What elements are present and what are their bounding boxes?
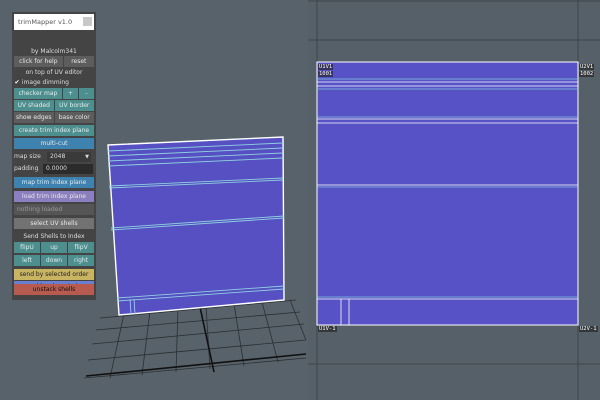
checker-row: checker map + -	[14, 88, 94, 99]
flip-v-button[interactable]: flipV	[68, 242, 94, 253]
padding-row: padding 0.0000	[14, 163, 94, 174]
select-uv-shells-button[interactable]: select UV shells	[14, 218, 94, 229]
help-row: click for help reset	[14, 56, 94, 67]
uv-tile-number-1002: 1002	[579, 71, 595, 77]
down-button[interactable]: down	[41, 255, 67, 266]
uv-shells[interactable]	[316, 61, 579, 326]
image-dimming-label: image dimming	[21, 79, 69, 86]
edges-row: show edges base color	[14, 112, 94, 123]
map-size-row: map size 2048 ▼	[14, 151, 94, 162]
send-shells-to-index-label: Send Shells to Index	[23, 233, 85, 240]
send-index-row: Send Shells to Index	[14, 231, 94, 242]
load-trim-index-plane-button[interactable]: load trim index plane	[14, 191, 94, 202]
map-plane-row: map trim index plane	[14, 177, 94, 188]
flip-u-button[interactable]: flipU	[14, 242, 40, 253]
perspective-viewport[interactable]: trimMapper v1.0 by Malcolm341 click for …	[0, 0, 308, 400]
dimming-row: ✔ image dimming	[14, 77, 94, 88]
multicut-row: multi-cut	[14, 138, 94, 149]
show-edges-button[interactable]: show edges	[14, 112, 54, 123]
checker-minus-button[interactable]: -	[79, 88, 94, 99]
padding-label: padding	[14, 165, 39, 172]
create-row: create trim index plane	[14, 125, 94, 136]
mesh-panel[interactable]	[107, 136, 285, 316]
uv-shaded-button[interactable]: UV shaded	[14, 100, 54, 111]
checker-plus-button[interactable]: +	[63, 88, 78, 99]
load-plane-row: load trim index plane	[14, 191, 94, 202]
map-trim-index-plane-button[interactable]: map trim index plane	[14, 177, 94, 188]
uv-canvas[interactable]	[308, 0, 600, 400]
status-row: nothing loaded	[14, 204, 94, 215]
checker-map-button[interactable]: checker map	[14, 88, 62, 99]
uv-border-button[interactable]: UV border	[54, 100, 94, 111]
multi-cut-button[interactable]: multi-cut	[14, 138, 94, 149]
select-shells-row: select UV shells	[14, 218, 94, 229]
direction-row: left down right	[14, 255, 94, 266]
uv-editor[interactable]: U1V1 1001 U2V1 1002 U1V-1 U2V-1	[308, 0, 600, 400]
up-button[interactable]: up	[41, 242, 67, 253]
map-size-value: 2048	[50, 152, 66, 160]
chevron-down-icon: ▼	[85, 153, 89, 160]
uv-tile-label-u2v-1: U2V-1	[579, 326, 598, 332]
uv-tile-label-u2v1: U2V1	[579, 64, 595, 70]
right-button[interactable]: right	[68, 255, 94, 266]
uv-tile-label-u1v1: U1V1	[318, 64, 334, 70]
close-icon[interactable]	[83, 17, 92, 26]
trimmapper-panel: trimMapper v1.0 by Malcolm341 click for …	[12, 12, 96, 300]
base-color-button[interactable]: base color	[54, 112, 94, 123]
panel-title: trimMapper v1.0	[18, 18, 73, 26]
send-selected-row: send by selected order	[14, 269, 94, 280]
map-size-label: map size	[14, 153, 41, 160]
uv-tile-label-u1v-1: U1V-1	[318, 326, 337, 332]
send-by-selected-order-button[interactable]: send by selected order	[14, 269, 94, 280]
unstack-shells-button[interactable]: unstack shells	[14, 284, 94, 295]
padding-field[interactable]: 0.0000	[43, 163, 93, 174]
reset-button[interactable]: reset	[63, 56, 94, 67]
image-dimming-checkbox[interactable]: ✔ image dimming	[14, 77, 69, 88]
help-button[interactable]: click for help	[14, 56, 63, 67]
create-trim-index-plane-button[interactable]: create trim index plane	[14, 125, 94, 136]
loaded-status-field: nothing loaded	[14, 204, 94, 215]
panel-title-bar[interactable]: trimMapper v1.0	[14, 14, 94, 30]
map-size-dropdown[interactable]: 2048 ▼	[47, 151, 91, 162]
checkmark-icon: ✔	[14, 79, 20, 86]
flip-row: flipU up flipV	[14, 242, 94, 253]
uv-tile-number-1001: 1001	[318, 71, 334, 77]
uv-display-row: UV shaded UV border	[14, 100, 94, 111]
left-button[interactable]: left	[14, 255, 40, 266]
unstack-row: unstack shells	[14, 284, 94, 295]
ground-grid	[83, 299, 307, 379]
